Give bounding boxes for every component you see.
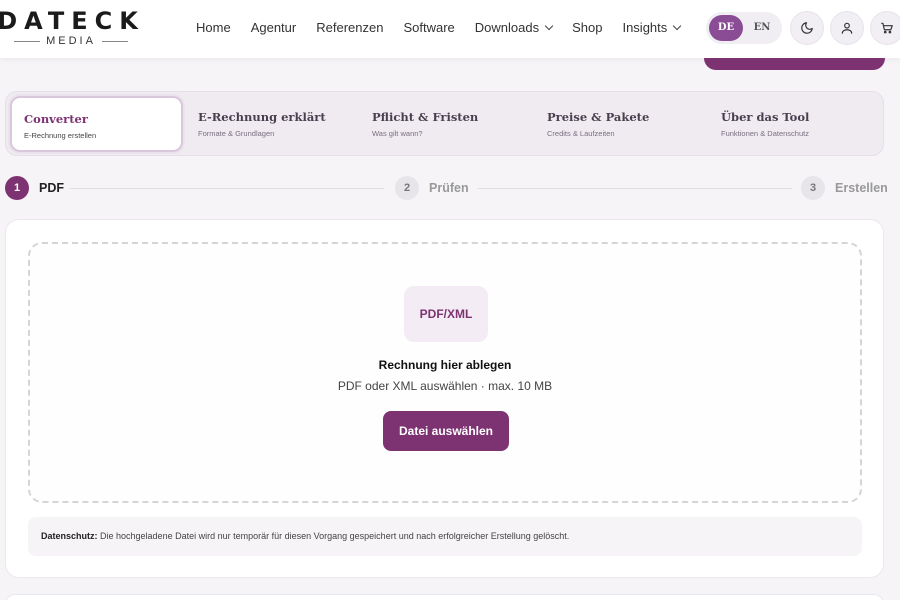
step-label: Prüfen xyxy=(429,181,469,195)
tab-subtitle: E-Rechnung erstellen xyxy=(24,131,97,140)
tool-tabs: Converter E-Rechnung erstellen E-Rechnun… xyxy=(5,91,884,156)
logo-divider-left xyxy=(14,40,41,42)
step-label: Erstellen xyxy=(835,181,888,195)
nav-agentur[interactable]: Agentur xyxy=(251,20,297,35)
next-section-card xyxy=(5,594,884,600)
file-type-badge: PDF/XML xyxy=(404,286,488,342)
select-file-button[interactable]: Datei auswählen xyxy=(383,411,509,451)
nav-referenzen[interactable]: Referenzen xyxy=(316,20,383,35)
user-icon xyxy=(841,22,853,34)
tab-pflicht-fristen[interactable]: Pflicht & Fristen Was gilt wann? xyxy=(360,96,530,152)
nav-software[interactable]: Software xyxy=(403,20,454,35)
nav-shop-label: Shop xyxy=(572,20,603,35)
dropzone-title: Rechnung hier ablegen xyxy=(378,358,512,372)
step-number: 3 xyxy=(801,176,825,200)
lang-en-button[interactable]: EN xyxy=(745,15,779,41)
logo-subline: MEDIA xyxy=(0,35,146,47)
upload-card: PDF/XML Rechnung hier ablegen PDF oder X… xyxy=(5,219,884,578)
logo[interactable]: DATECK MEDIA xyxy=(0,8,146,47)
tab-title: Über das Tool xyxy=(721,110,810,124)
tab-ueber-das-tool[interactable]: Über das Tool Funktionen & Datenschutz xyxy=(709,96,879,152)
lang-de-button[interactable]: DE xyxy=(709,15,743,41)
nav-downloads[interactable]: Downloads xyxy=(474,20,554,35)
step-number: 2 xyxy=(395,176,419,200)
header-accent-button[interactable] xyxy=(704,58,885,70)
main-nav: Home Agentur Referenzen Software Downloa… xyxy=(196,20,682,35)
tab-subtitle: Funktionen & Datenschutz xyxy=(721,129,809,138)
nav-referenzen-label: Referenzen xyxy=(316,20,384,35)
theme-toggle-button[interactable] xyxy=(790,11,824,45)
nav-home[interactable]: Home xyxy=(196,20,231,35)
step-connector xyxy=(70,188,384,189)
tab-subtitle: Credits & Laufzeiten xyxy=(547,129,615,138)
tab-title: E-Rechnung erklärt xyxy=(198,110,326,124)
nav-agentur-label: Agentur xyxy=(250,20,297,35)
tab-subtitle: Formate & Grundlagen xyxy=(198,129,275,138)
tab-converter[interactable]: Converter E-Rechnung erstellen xyxy=(10,96,183,152)
chevron-down-icon xyxy=(544,21,554,31)
logo-subtitle: MEDIA xyxy=(46,35,96,47)
file-dropzone[interactable]: PDF/XML Rechnung hier ablegen PDF oder X… xyxy=(28,242,862,503)
nav-home-label: Home xyxy=(196,20,231,35)
step-erstellen: 3 Erstellen xyxy=(801,176,888,200)
tab-title: Pflicht & Fristen xyxy=(372,110,479,124)
privacy-label: Datenschutz: xyxy=(41,531,98,541)
nav-insights[interactable]: Insights xyxy=(622,20,682,35)
tab-title: Converter xyxy=(24,112,88,126)
nav-insights-label: Insights xyxy=(622,20,668,35)
step-pruefen: 2 Prüfen xyxy=(395,176,469,200)
account-button[interactable] xyxy=(830,11,864,45)
tab-title: Preise & Pakete xyxy=(547,110,650,124)
step-pdf: 1 PDF xyxy=(5,176,64,200)
tab-preise-pakete[interactable]: Preise & Pakete Credits & Laufzeiten xyxy=(535,96,705,152)
site-header: DATECK MEDIA Home Agentur Referenzen Sof… xyxy=(0,0,900,58)
language-toggle: DE EN xyxy=(706,12,782,44)
privacy-notice: Datenschutz: Die hochgeladene Datei wird… xyxy=(28,517,862,556)
nav-software-label: Software xyxy=(403,20,455,35)
logo-divider-right xyxy=(101,40,128,42)
tab-subtitle: Was gilt wann? xyxy=(372,129,423,138)
step-connector xyxy=(478,188,792,189)
step-number: 1 xyxy=(5,176,29,200)
dropzone-subtitle: PDF oder XML auswählen · max. 10 MB xyxy=(337,379,553,393)
tab-e-rechnung-erklaert[interactable]: E-Rechnung erklärt Formate & Grundlagen xyxy=(186,96,356,152)
nav-shop[interactable]: Shop xyxy=(572,20,602,35)
cart-icon xyxy=(881,22,893,34)
step-label: PDF xyxy=(39,181,64,195)
cart-button[interactable] xyxy=(870,11,900,45)
logo-wordmark: DATECK xyxy=(0,7,145,35)
moon-icon xyxy=(801,22,813,34)
privacy-text: Die hochgeladene Datei wird nur temporär… xyxy=(97,531,570,541)
nav-downloads-label: Downloads xyxy=(474,20,540,35)
chevron-down-icon xyxy=(673,21,682,31)
